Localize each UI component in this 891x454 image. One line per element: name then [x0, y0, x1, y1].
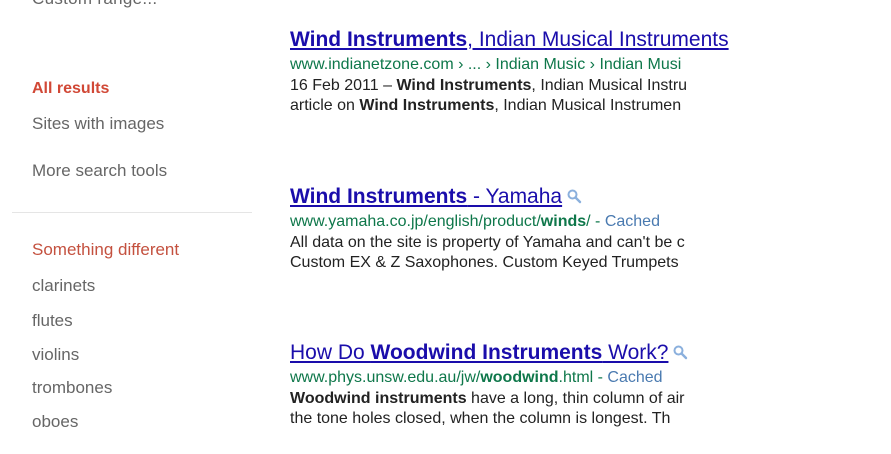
snippet-text: , Indian Musical Instrumen	[494, 97, 682, 114]
result-snippet-line: article on Wind Instruments, Indian Musi…	[290, 96, 891, 116]
custom-range-link[interactable]: Custom range...	[32, 0, 157, 9]
related-item-violins[interactable]: violins	[32, 345, 79, 365]
result-title-bold: Wind Instruments	[290, 28, 468, 51]
url-bold: winds	[540, 213, 587, 231]
related-item-flutes[interactable]: flutes	[32, 311, 73, 331]
search-result: Wind Instruments, Indian Musical Instrum…	[290, 28, 891, 116]
related-item-clarinets[interactable]: clarinets	[32, 276, 95, 296]
result-snippet-line: All data on the site is property of Yama…	[290, 234, 685, 252]
search-result: How Do Woodwind Instruments Work? www.ph…	[290, 341, 891, 429]
result-title-text: , Indian Musical Instruments	[467, 28, 729, 51]
search-results: Wind Instruments, Indian Musical Instrum…	[290, 0, 891, 454]
cached-link[interactable]: Cached	[605, 213, 660, 230]
result-url: www.indianetzone.com › ... › Indian Musi…	[290, 56, 682, 73]
url-text: www.yamaha.co.jp/english/product/	[290, 213, 541, 231]
sidebar-item-sites-with-images[interactable]: Sites with images	[32, 114, 164, 134]
url-text: / -	[586, 213, 605, 231]
sidebar-item-all-results[interactable]: All results	[32, 80, 109, 98]
related-heading: Something different	[32, 240, 180, 259]
sidebar-item-more-search-tools[interactable]: More search tools	[32, 161, 167, 181]
related-item-trombones[interactable]: trombones	[32, 378, 112, 398]
result-url: www.phys.unsw.edu.au/jw/woodwind.html - …	[290, 367, 891, 389]
result-snippet-line: Custom EX & Z Saxophones. Custom Keyed T…	[290, 254, 679, 272]
search-result: Wind Instruments - Yamaha www.yamaha.co.…	[290, 185, 891, 273]
snippet-bold: Woodwind instruments	[290, 390, 467, 408]
sidebar-divider	[12, 212, 252, 213]
result-title-link[interactable]: Wind Instruments, Indian Musical Instrum…	[290, 28, 891, 52]
url-bold: woodwind	[480, 369, 559, 387]
result-title-link[interactable]: Wind Instruments - Yamaha	[290, 185, 562, 208]
magnifier-icon[interactable]	[672, 344, 688, 365]
sidebar: Custom range... All results Sites with i…	[0, 0, 260, 454]
result-title-text: - Yamaha	[467, 185, 563, 208]
snippet-text: , Indian Musical Instru	[531, 77, 688, 94]
snippet-text: article on	[290, 97, 360, 114]
magnifier-icon[interactable]	[566, 188, 582, 209]
result-date: 16 Feb 2011 –	[290, 77, 397, 94]
result-title-link[interactable]: How Do Woodwind Instruments Work?	[290, 341, 668, 364]
cached-link[interactable]: Cached	[607, 369, 662, 386]
result-title-text: How Do	[290, 341, 371, 364]
result-snippet-line: Woodwind instruments have a long, thin c…	[290, 389, 891, 409]
snippet-text: have a long, thin column of air	[466, 390, 685, 408]
url-text: www.phys.unsw.edu.au/jw/	[290, 369, 481, 387]
result-title-bold: Woodwind Instruments	[370, 341, 603, 364]
result-title-bold: Wind Instruments	[290, 185, 468, 208]
result-snippet-line: 16 Feb 2011 – Wind Instruments, Indian M…	[290, 76, 891, 96]
url-text: .html -	[558, 369, 608, 387]
snippet-bold: Wind Instruments	[359, 97, 495, 114]
related-item-oboes[interactable]: oboes	[32, 412, 78, 432]
snippet-bold: Wind Instruments	[396, 77, 532, 94]
result-snippet-line: the tone holes closed, when the column i…	[290, 410, 671, 428]
result-title-text: Work?	[602, 341, 669, 364]
result-url: www.yamaha.co.jp/english/product/winds/ …	[290, 211, 891, 233]
